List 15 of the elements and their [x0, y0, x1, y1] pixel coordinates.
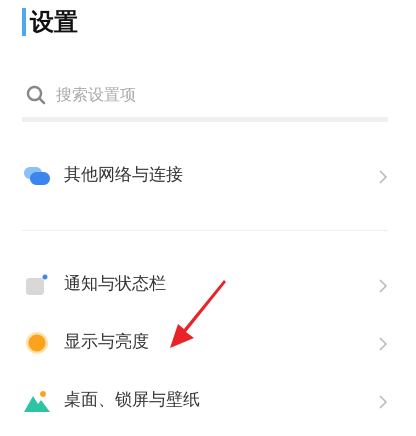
search-icon: [26, 85, 46, 105]
cloud-icon: [24, 167, 50, 185]
settings-item[interactable]: 通知与状态栏: [22, 256, 388, 314]
page-title: 设置: [22, 8, 78, 36]
chevron-right-icon: [378, 278, 388, 294]
landscape-icon: [24, 390, 50, 412]
settings-item[interactable]: 其他网络与连接: [22, 147, 388, 205]
sun-icon: [25, 331, 49, 355]
settings-item[interactable]: 桌面、锁屏与壁纸: [22, 372, 388, 430]
notification-icon: [25, 274, 49, 296]
search-field[interactable]: 搜索设置项: [56, 83, 256, 107]
chevron-right-icon: [378, 394, 388, 410]
chevron-right-icon: [378, 336, 388, 352]
chevron-right-icon: [378, 168, 388, 185]
arrow-annotation: [168, 278, 228, 350]
